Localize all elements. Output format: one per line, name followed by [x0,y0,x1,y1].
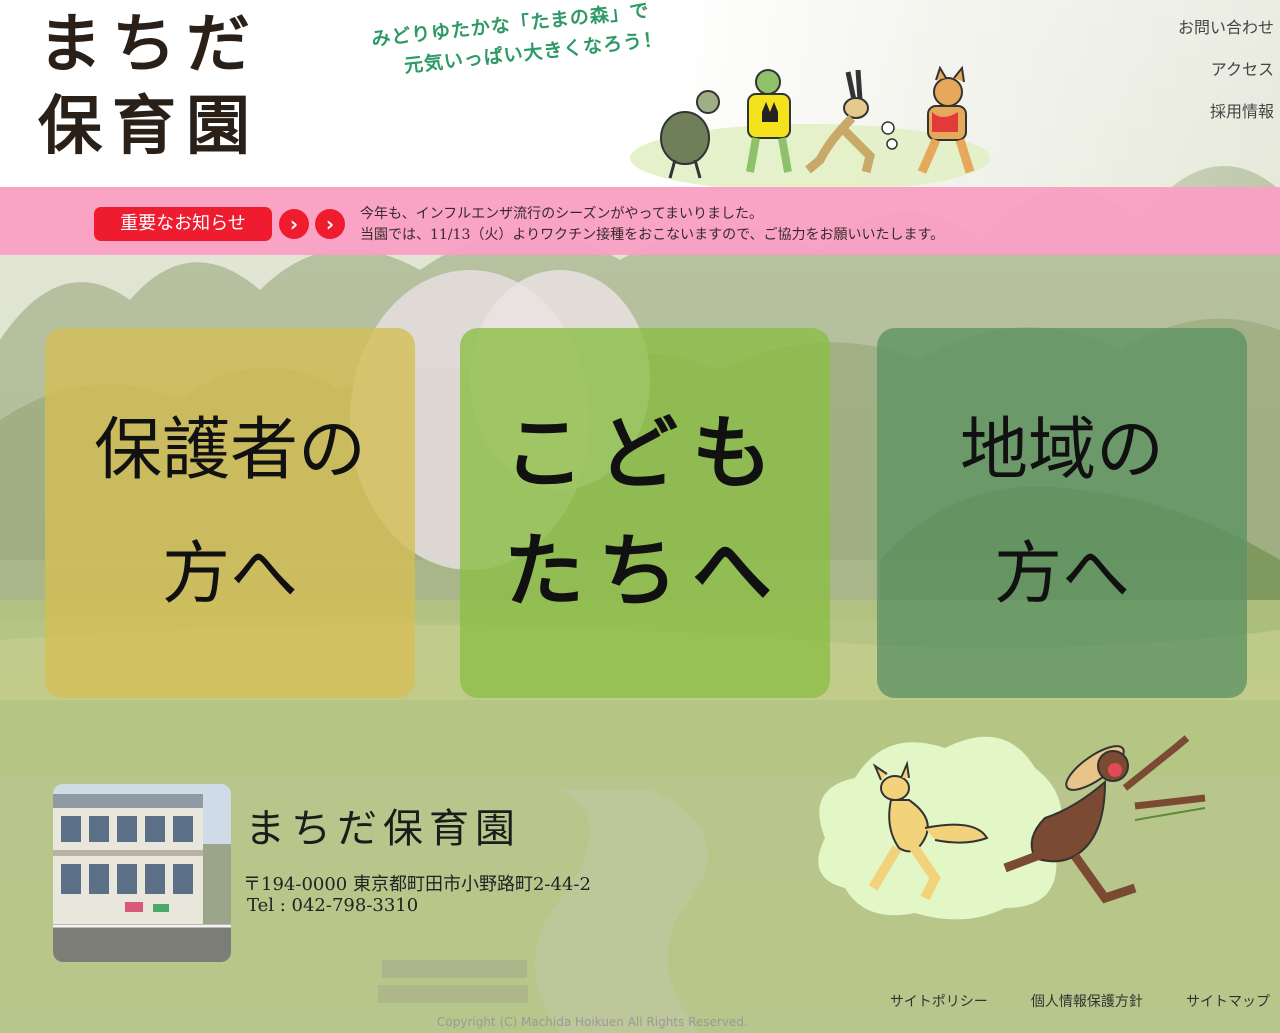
community-panel-line-2: 方へ [993,535,1130,614]
notice-line-2: 当園では、11/13（火）よりワクチン接種をおこないますので、ご協力をお願いいた… [360,227,945,243]
parents-panel-line-1: 保護者の [93,411,366,490]
footer-link-privacy[interactable]: 個人情報保護方針 [1031,991,1143,1011]
site-logo[interactable]: まちだ 保育園 [38,4,278,168]
chevron-right-circle-icon[interactable]: › [315,209,345,239]
logo-line-2: 保育園 [38,90,260,164]
kids-panel-line-1: こども [504,407,786,500]
logo-line-1: まちだ [38,8,260,82]
site-header: まちだ 保育園 みどりゆたかな「たまの森」で 元気いっぱい大きくなろう！ お問い… [0,0,1280,190]
kids-panel-line-2: たちへ [504,525,786,618]
nav-access[interactable]: アクセス [1178,60,1274,80]
chevron-right-circle-icon[interactable]: › [279,209,309,239]
copyright-text: Copyright (C) Machida Hoikuen All Rights… [437,1015,748,1029]
footer-site-name: まちだ保育園 [245,806,521,852]
footer-link-sitemap[interactable]: サイトマップ [1186,991,1270,1011]
nav-contact[interactable]: お問い合わせ [1178,18,1274,38]
footer-link-site-policy[interactable]: サイトポリシー [890,991,988,1011]
header-nav: お問い合わせ アクセス 採用情報 [1178,18,1274,144]
notice-line-1: 今年も、インフルエンザ流行のシーズンがやってまいりました。 [360,206,764,222]
mascot-animals-illustration [630,65,990,190]
footer-links: サイトポリシー 個人情報保護方針 サイトマップ [852,991,1270,1011]
parents-panel-line-2: 方へ [161,535,298,614]
fox-monkey-illustration [818,735,1206,920]
footer-address: 〒194-0000 東京都町田市小野路町2-44-2 [243,874,591,895]
notice-message: 今年も、インフルエンザ流行のシーズンがやってまいりました。 当園では、11/13… [360,204,944,246]
community-panel-line-1: 地域の [959,411,1164,490]
footer-phone: Tel : 042-798-3310 [247,895,419,916]
building-photo [53,784,231,962]
community-panel-link[interactable]: 地域の 方へ [877,328,1247,698]
important-notice-button[interactable]: 重要なお知らせ [94,207,272,241]
kids-panel-link[interactable]: こども たちへ [460,328,830,698]
parents-panel-link[interactable]: 保護者の 方へ [45,328,415,698]
nav-recruit[interactable]: 採用情報 [1178,102,1274,122]
important-notice-bar: 重要なお知らせ › › 今年も、インフルエンザ流行のシーズンがやってまいりました… [0,187,1280,255]
